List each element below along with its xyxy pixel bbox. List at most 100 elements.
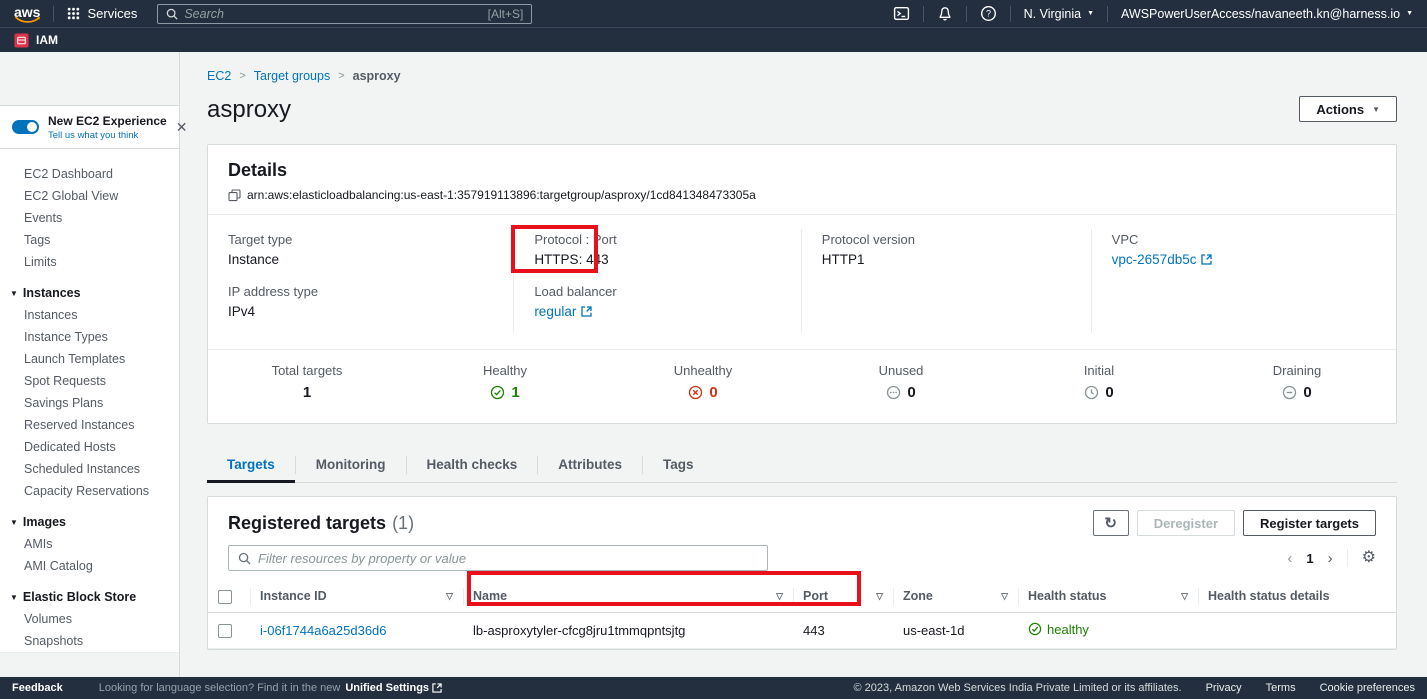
sidebar-item-events[interactable]: Events <box>0 207 179 229</box>
load-balancer-link[interactable]: regular <box>534 304 592 319</box>
target-zone-cell: us-east-1d <box>893 612 1018 649</box>
sidebar-item-limits[interactable]: Limits <box>0 251 179 273</box>
target-health-summary: Total targets 1 Healthy 1 Unhealthy 0 Un… <box>208 349 1396 423</box>
instance-id-link[interactable]: i-06f1744a6a25d36d6 <box>260 623 387 638</box>
chevron-expanded-icon: ▼ <box>10 593 18 602</box>
search-icon <box>166 8 178 20</box>
topbar-divider <box>966 6 967 22</box>
sidebar-item-scheduled-instances[interactable]: Scheduled Instances <box>0 458 179 480</box>
cloudshell-icon[interactable] <box>893 5 910 22</box>
sidebar-item-reserved-instances[interactable]: Reserved Instances <box>0 414 179 436</box>
sort-icon[interactable]: ▽ <box>1001 591 1008 602</box>
sidebar-item-launch-templates[interactable]: Launch Templates <box>0 348 179 370</box>
tab-attributes[interactable]: Attributes <box>538 448 642 482</box>
sort-icon[interactable]: ▽ <box>876 591 883 602</box>
check-circle-icon <box>1028 622 1042 636</box>
target-group-arn: arn:aws:elasticloadbalancing:us-east-1:3… <box>247 188 756 202</box>
register-targets-button[interactable]: Register targets <box>1243 510 1376 536</box>
counter-unhealthy: Unhealthy 0 <box>604 363 802 405</box>
gear-icon[interactable]: ⚙ <box>1362 550 1376 566</box>
breadcrumb-ec2[interactable]: EC2 <box>207 69 231 83</box>
sidebar-item-ami-catalog[interactable]: AMI Catalog <box>0 555 179 577</box>
notifications-bell-icon[interactable] <box>937 6 953 22</box>
health-details-cell <box>1198 612 1396 649</box>
breadcrumb-current: asproxy <box>353 69 401 83</box>
sort-icon[interactable]: ▽ <box>1181 591 1188 602</box>
sidebar-section-instances[interactable]: ▼Instances <box>0 282 179 304</box>
sidebar-item-capacity-reservations[interactable]: Capacity Reservations <box>0 480 179 502</box>
sidebar-spacer <box>0 652 179 677</box>
sidebar-item-instances[interactable]: Instances <box>0 304 179 326</box>
sort-icon[interactable]: ▽ <box>776 591 783 602</box>
counter-draining: Draining 0 <box>1198 363 1396 405</box>
sidebar-section-images[interactable]: ▼Images <box>0 511 179 533</box>
cookie-preferences-link[interactable]: Cookie preferences <box>1320 682 1415 694</box>
page-title: asproxy <box>207 96 291 124</box>
deregister-button[interactable]: Deregister <box>1137 510 1235 536</box>
sidebar-item-savings-plans[interactable]: Savings Plans <box>0 392 179 414</box>
help-icon[interactable]: ? <box>980 5 997 22</box>
page-number[interactable]: 1 <box>1306 551 1313 566</box>
counter-initial: Initial 0 <box>1000 363 1198 405</box>
select-all-checkbox[interactable] <box>218 590 232 604</box>
external-link-icon <box>432 683 442 693</box>
copy-icon[interactable] <box>228 189 241 202</box>
terms-link[interactable]: Terms <box>1266 682 1296 694</box>
sidebar-item-amis[interactable]: AMIs <box>0 533 179 555</box>
search-input[interactable] <box>184 7 481 21</box>
field-protocol-version: Protocol version HTTP1 <box>801 229 1091 281</box>
previous-page-icon[interactable]: ‹ <box>1287 551 1292 566</box>
sort-icon[interactable]: ▽ <box>446 591 453 602</box>
new-experience-title: New EC2 Experience <box>48 114 167 128</box>
global-search[interactable]: [Alt+S] <box>157 4 532 24</box>
services-menu-button[interactable]: Services <box>67 6 137 21</box>
tab-tags[interactable]: Tags <box>643 448 714 482</box>
tab-targets[interactable]: Targets <box>207 448 295 482</box>
tell-us-link[interactable]: Tell us what you think <box>48 130 167 141</box>
counter-healthy: Healthy 1 <box>406 363 604 405</box>
refresh-button[interactable]: ↻ <box>1093 510 1129 536</box>
table-row: i-06f1744a6a25d36d6 lb-asproxytyler-cfcg… <box>208 612 1396 649</box>
feedback-button[interactable]: Feedback <box>12 682 63 694</box>
filter-input[interactable] <box>258 551 758 566</box>
iam-icon <box>14 33 29 48</box>
sidebar-item-ec2-dashboard[interactable]: EC2 Dashboard <box>0 163 179 185</box>
details-heading: Details <box>228 160 1376 181</box>
sidebar-item-ec2-global-view[interactable]: EC2 Global View <box>0 185 179 207</box>
counter-unused: Unused 0 <box>802 363 1000 405</box>
breadcrumb-target-groups[interactable]: Target groups <box>254 69 330 83</box>
row-checkbox[interactable] <box>218 624 232 638</box>
sidebar-item-snapshots[interactable]: Snapshots <box>0 630 179 652</box>
sidebar-item-tags[interactable]: Tags <box>0 229 179 251</box>
column-name: Name▽ <box>463 581 793 612</box>
next-page-icon[interactable]: › <box>1328 551 1333 566</box>
tab-monitoring[interactable]: Monitoring <box>296 448 406 482</box>
field-empty <box>1091 281 1396 333</box>
aws-logo[interactable]: aws <box>14 5 40 23</box>
iam-shortcut[interactable]: IAM <box>36 33 58 47</box>
field-empty <box>801 281 1091 333</box>
sidebar-item-spot-requests[interactable]: Spot Requests <box>0 370 179 392</box>
filter-box <box>228 545 768 571</box>
close-icon[interactable]: ✕ <box>176 119 188 136</box>
region-selector[interactable]: N. Virginia ▼ <box>1024 7 1094 21</box>
tab-health-checks[interactable]: Health checks <box>407 448 538 482</box>
sidebar-section-elastic-block-store[interactable]: ▼Elastic Block Store <box>0 586 179 608</box>
table-header-row: Instance ID▽ Name▽ Port▽ Zone▽ Health st… <box>208 581 1396 612</box>
unified-settings-link[interactable]: Unified Settings <box>345 682 442 694</box>
external-link-icon <box>1201 254 1212 265</box>
sidebar-item-volumes[interactable]: Volumes <box>0 608 179 630</box>
new-experience-toggle[interactable] <box>12 120 39 134</box>
privacy-link[interactable]: Privacy <box>1206 682 1242 694</box>
minus-circle-icon <box>1282 385 1297 400</box>
topbar-divider <box>53 6 54 22</box>
column-zone: Zone▽ <box>893 581 1018 612</box>
account-label: AWSPowerUserAccess/navaneeth.kn@harness.… <box>1121 7 1400 21</box>
sidebar-item-instance-types[interactable]: Instance Types <box>0 326 179 348</box>
account-menu[interactable]: AWSPowerUserAccess/navaneeth.kn@harness.… <box>1121 7 1413 21</box>
aws-smile-icon <box>14 16 41 24</box>
breadcrumb-separator: > <box>239 70 245 82</box>
vpc-link[interactable]: vpc-2657db5c <box>1112 252 1213 267</box>
sidebar-item-dedicated-hosts[interactable]: Dedicated Hosts <box>0 436 179 458</box>
actions-button[interactable]: Actions ▼ <box>1299 96 1397 122</box>
